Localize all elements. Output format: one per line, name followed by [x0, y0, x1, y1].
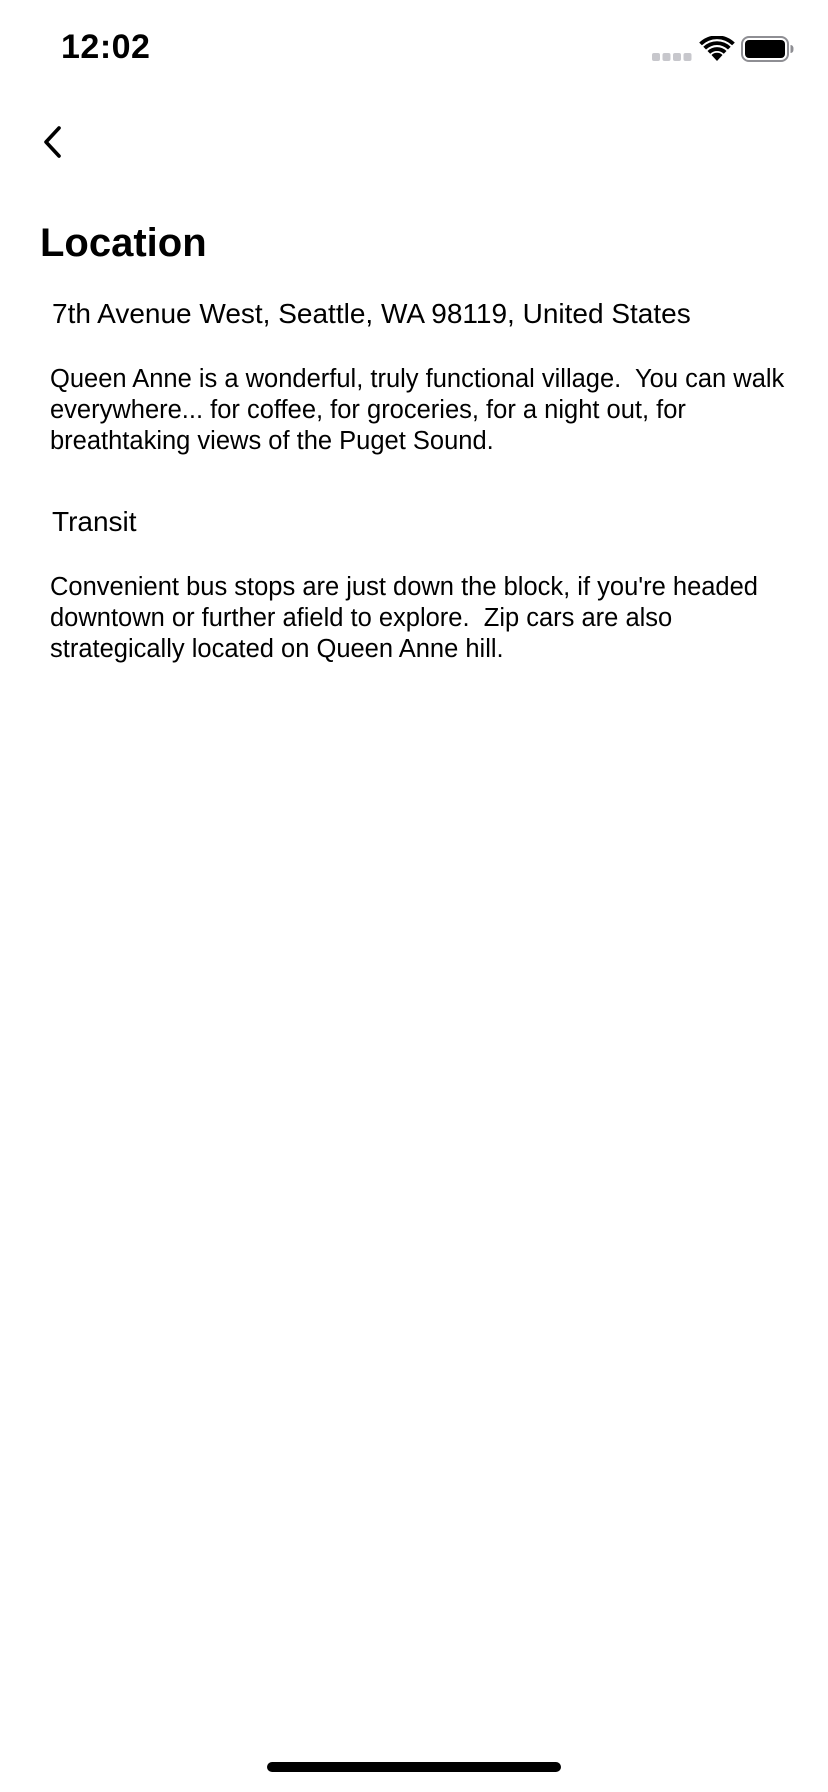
location-description: Queen Anne is a wonderful, truly functio…: [50, 365, 792, 455]
signal-icon: [652, 53, 692, 61]
chevron-left-icon: [44, 126, 61, 158]
wifi-icon: [699, 36, 735, 61]
home-indicator[interactable]: [267, 1762, 561, 1772]
back-button[interactable]: [22, 112, 82, 172]
status-time: 12:02: [61, 28, 151, 66]
status-bar: 12:02: [0, 0, 828, 100]
transit-heading: Transit: [52, 506, 137, 537]
page-title: Location: [40, 221, 207, 265]
address-text: 7th Avenue West, Seattle, WA 98119, Unit…: [52, 298, 691, 329]
transit-description: Convenient bus stops are just down the b…: [50, 573, 766, 663]
battery-icon: [741, 36, 794, 62]
